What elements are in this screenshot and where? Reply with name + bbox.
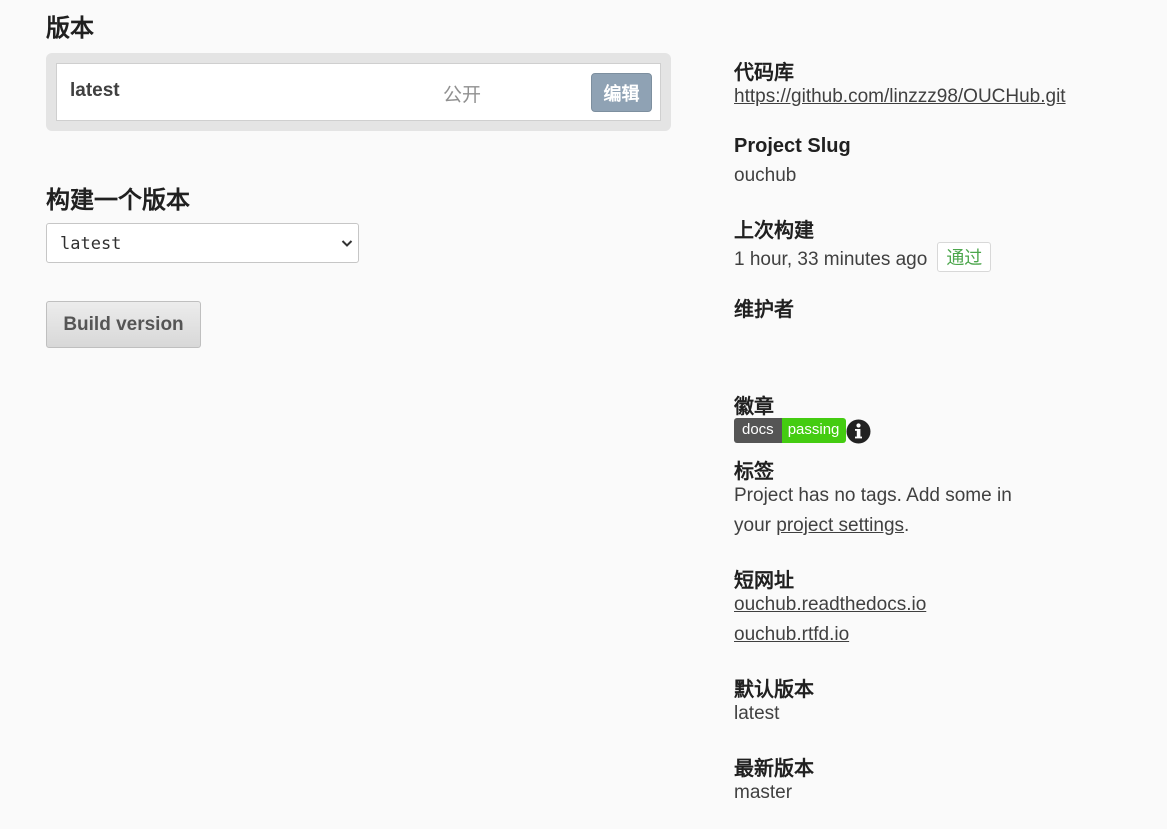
docs-badge-left: docs: [734, 418, 782, 443]
short-url-link[interactable]: ouchub.rtfd.io: [734, 624, 849, 646]
version-select[interactable]: latest: [46, 223, 359, 263]
versions-list: latest 公开 编辑: [46, 53, 671, 131]
version-select-value: latest: [60, 234, 122, 254]
last-build-label: 上次构建: [734, 220, 814, 242]
tags-label: 标签: [734, 461, 774, 483]
short-urls-label: 短网址: [734, 570, 794, 592]
default-version-value: latest: [734, 703, 780, 724]
last-build-row: 1 hour, 33 minutes ago 通过: [734, 242, 992, 273]
default-version-label: 默认版本: [734, 679, 814, 701]
slug-value: ouchub: [734, 165, 797, 186]
chevron-down-icon: [341, 240, 353, 247]
versions-heading: 版本: [46, 15, 94, 42]
build-heading: 构建一个版本: [46, 187, 190, 214]
slug-label: Project Slug: [734, 135, 851, 157]
short-url-link[interactable]: ouchub.readthedocs.io: [734, 594, 926, 616]
repo-label: 代码库: [734, 62, 794, 84]
project-settings-link[interactable]: project settings: [776, 515, 904, 536]
info-icon[interactable]: [846, 419, 871, 444]
build-status-badge[interactable]: 通过: [937, 242, 992, 272]
tags-text-suffix: .: [904, 515, 910, 536]
maintainers-label: 维护者: [734, 299, 794, 321]
last-build-time: 1 hour, 33 minutes ago: [734, 249, 928, 270]
tags-text-line1: Project has no tags. Add some in: [734, 485, 1012, 506]
badge-label: 徽章: [734, 396, 774, 418]
edit-version-button[interactable]: 编辑: [591, 73, 652, 112]
build-version-button[interactable]: Build version: [46, 301, 201, 348]
tags-text-prefix: your: [734, 515, 777, 536]
version-privacy-label: 公开: [443, 85, 482, 106]
version-row: latest 公开 编辑: [56, 63, 661, 121]
project-page: 版本 latest 公开 编辑 构建一个版本 latest Build vers…: [0, 0, 1167, 829]
latest-version-label: 最新版本: [734, 758, 814, 780]
repo-link[interactable]: https://github.com/linzzz98/OUCHub.git: [734, 86, 1066, 108]
latest-version-value: master: [734, 782, 793, 803]
tags-text-line2: your project settings.: [734, 515, 909, 537]
version-name-link[interactable]: latest: [70, 80, 120, 102]
docs-status-badge[interactable]: docs passing: [734, 418, 847, 443]
docs-badge-right: passing: [781, 418, 847, 443]
